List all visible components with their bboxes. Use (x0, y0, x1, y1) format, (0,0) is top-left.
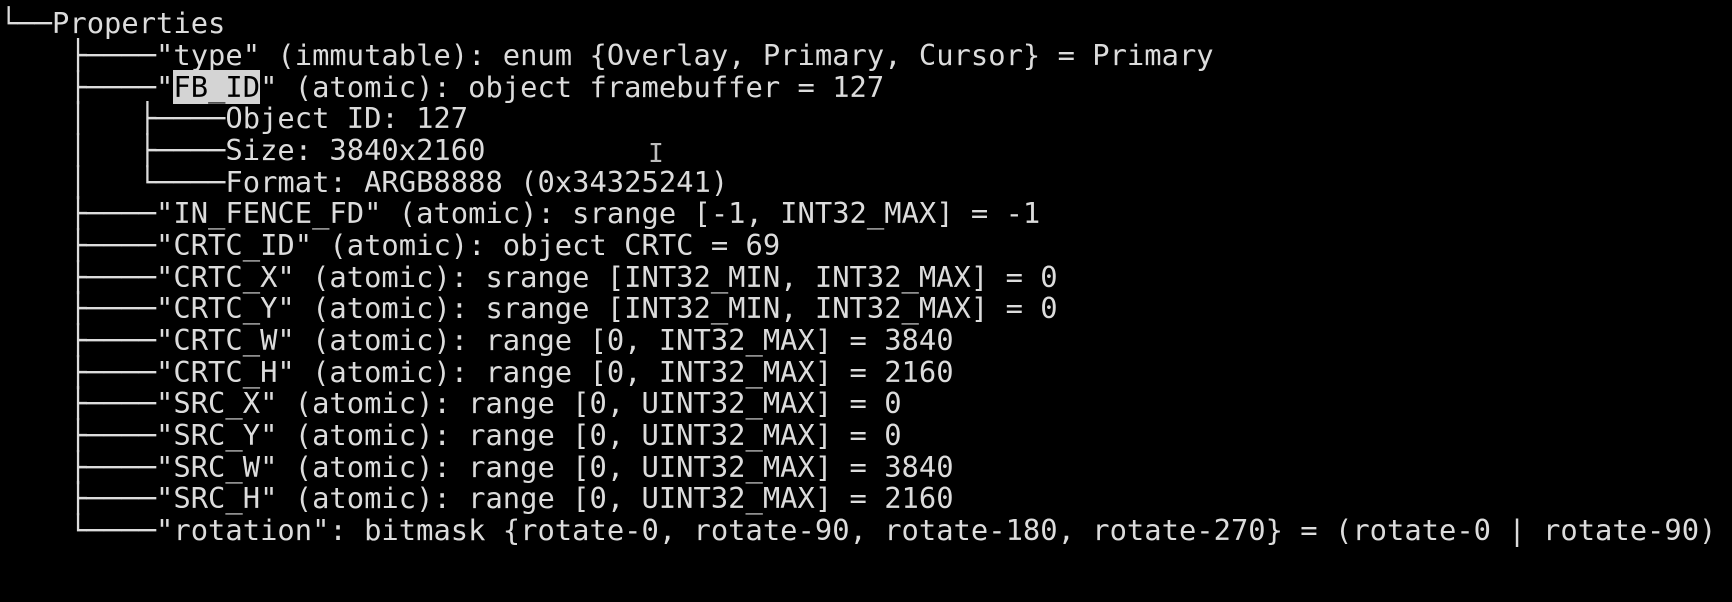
line-text: Properties (52, 6, 226, 40)
terminal-line: ├────"FB_ID" (atomic): object framebuffe… (0, 70, 884, 105)
tree-branch: ├──── (0, 228, 157, 262)
line-text: "SRC_Y" (atomic): range [0, UINT32_MAX] … (156, 418, 902, 452)
tree-branch: ├──── (0, 70, 157, 104)
terminal-line: ├────"SRC_Y" (atomic): range [0, UINT32_… (0, 418, 902, 453)
tree-branch: ├──── (0, 355, 157, 389)
line-text: "SRC_H" (atomic): range [0, UINT32_MAX] … (156, 481, 954, 515)
terminal-line: │ └────Format: ARGB8888 (0x34325241) (0, 165, 728, 200)
tree-branch: ├──── (0, 418, 157, 452)
line-text: "CRTC_X" (atomic): srange [INT32_MIN, IN… (156, 260, 1058, 294)
tree-branch: │ ├──── (0, 101, 226, 135)
line-text: "CRTC_W" (atomic): range [0, INT32_MAX] … (156, 323, 954, 357)
tree-branch: │ ├──── (0, 133, 226, 167)
tree-branch: ├──── (0, 196, 157, 230)
line-text: Object ID: 127 (225, 101, 469, 135)
line-text: "SRC_X" (atomic): range [0, UINT32_MAX] … (156, 386, 902, 420)
tree-branch: │ └──── (0, 165, 226, 199)
terminal-line: ├────"SRC_H" (atomic): range [0, UINT32_… (0, 481, 954, 516)
line-text: "SRC_W" (atomic): range [0, UINT32_MAX] … (156, 450, 954, 484)
terminal-window[interactable]: └──Properties ├────"type" (immutable): e… (0, 0, 1732, 602)
tree-branch: ├──── (0, 260, 157, 294)
terminal-line: ├────"IN_FENCE_FD" (atomic): srange [-1,… (0, 196, 1040, 231)
line-text: " (atomic): object framebuffer = 127 (260, 70, 885, 104)
tree-branch: ├──── (0, 323, 157, 357)
line-text: "IN_FENCE_FD" (atomic): srange [-1, INT3… (156, 196, 1041, 230)
terminal-line: ├────"SRC_X" (atomic): range [0, UINT32_… (0, 386, 902, 421)
terminal-line: └──Properties (0, 6, 225, 41)
tree-branch: ├──── (0, 481, 157, 515)
line-text: "CRTC_H" (atomic): range [0, INT32_MAX] … (156, 355, 954, 389)
mouse-ibeam-cursor-icon: I (648, 139, 664, 169)
line-text: "type" (immutable): enum {Overlay, Prima… (156, 38, 1214, 72)
terminal-line: ├────"CRTC_Y" (atomic): srange [INT32_MI… (0, 291, 1058, 326)
tree-branch: ├──── (0, 450, 157, 484)
line-text: "CRTC_Y" (atomic): srange [INT32_MIN, IN… (156, 291, 1058, 325)
tree-branch: ├──── (0, 38, 157, 72)
terminal-line: │ ├────Size: 3840x2160 (0, 133, 485, 168)
terminal-line: ├────"CRTC_W" (atomic): range [0, INT32_… (0, 323, 954, 358)
terminal-line: ├────"CRTC_H" (atomic): range [0, INT32_… (0, 355, 954, 390)
terminal-line: │ ├────Object ID: 127 (0, 101, 468, 136)
line-text: Size: 3840x2160 (225, 133, 486, 167)
terminal-line: ├────"CRTC_ID" (atomic): object CRTC = 6… (0, 228, 780, 263)
line-text: Format: ARGB8888 (0x34325241) (225, 165, 729, 199)
line-text: "rotation": bitmask {rotate-0, rotate-90… (156, 513, 1717, 547)
tree-branch: ├──── (0, 291, 157, 325)
tree-branch: └──── (0, 513, 157, 547)
tree-branch: ├──── (0, 386, 157, 420)
line-text-quote: " (156, 70, 174, 104)
terminal-line: └────"rotation": bitmask {rotate-0, rota… (0, 513, 1716, 548)
terminal-line: ├────"SRC_W" (atomic): range [0, UINT32_… (0, 450, 954, 485)
terminal-line: ├────"type" (immutable): enum {Overlay, … (0, 38, 1214, 73)
selected-text[interactable]: FB_ID (173, 70, 261, 104)
terminal-line: ├────"CRTC_X" (atomic): srange [INT32_MI… (0, 260, 1058, 295)
line-text: "CRTC_ID" (atomic): object CRTC = 69 (156, 228, 781, 262)
tree-branch: └── (0, 6, 53, 40)
